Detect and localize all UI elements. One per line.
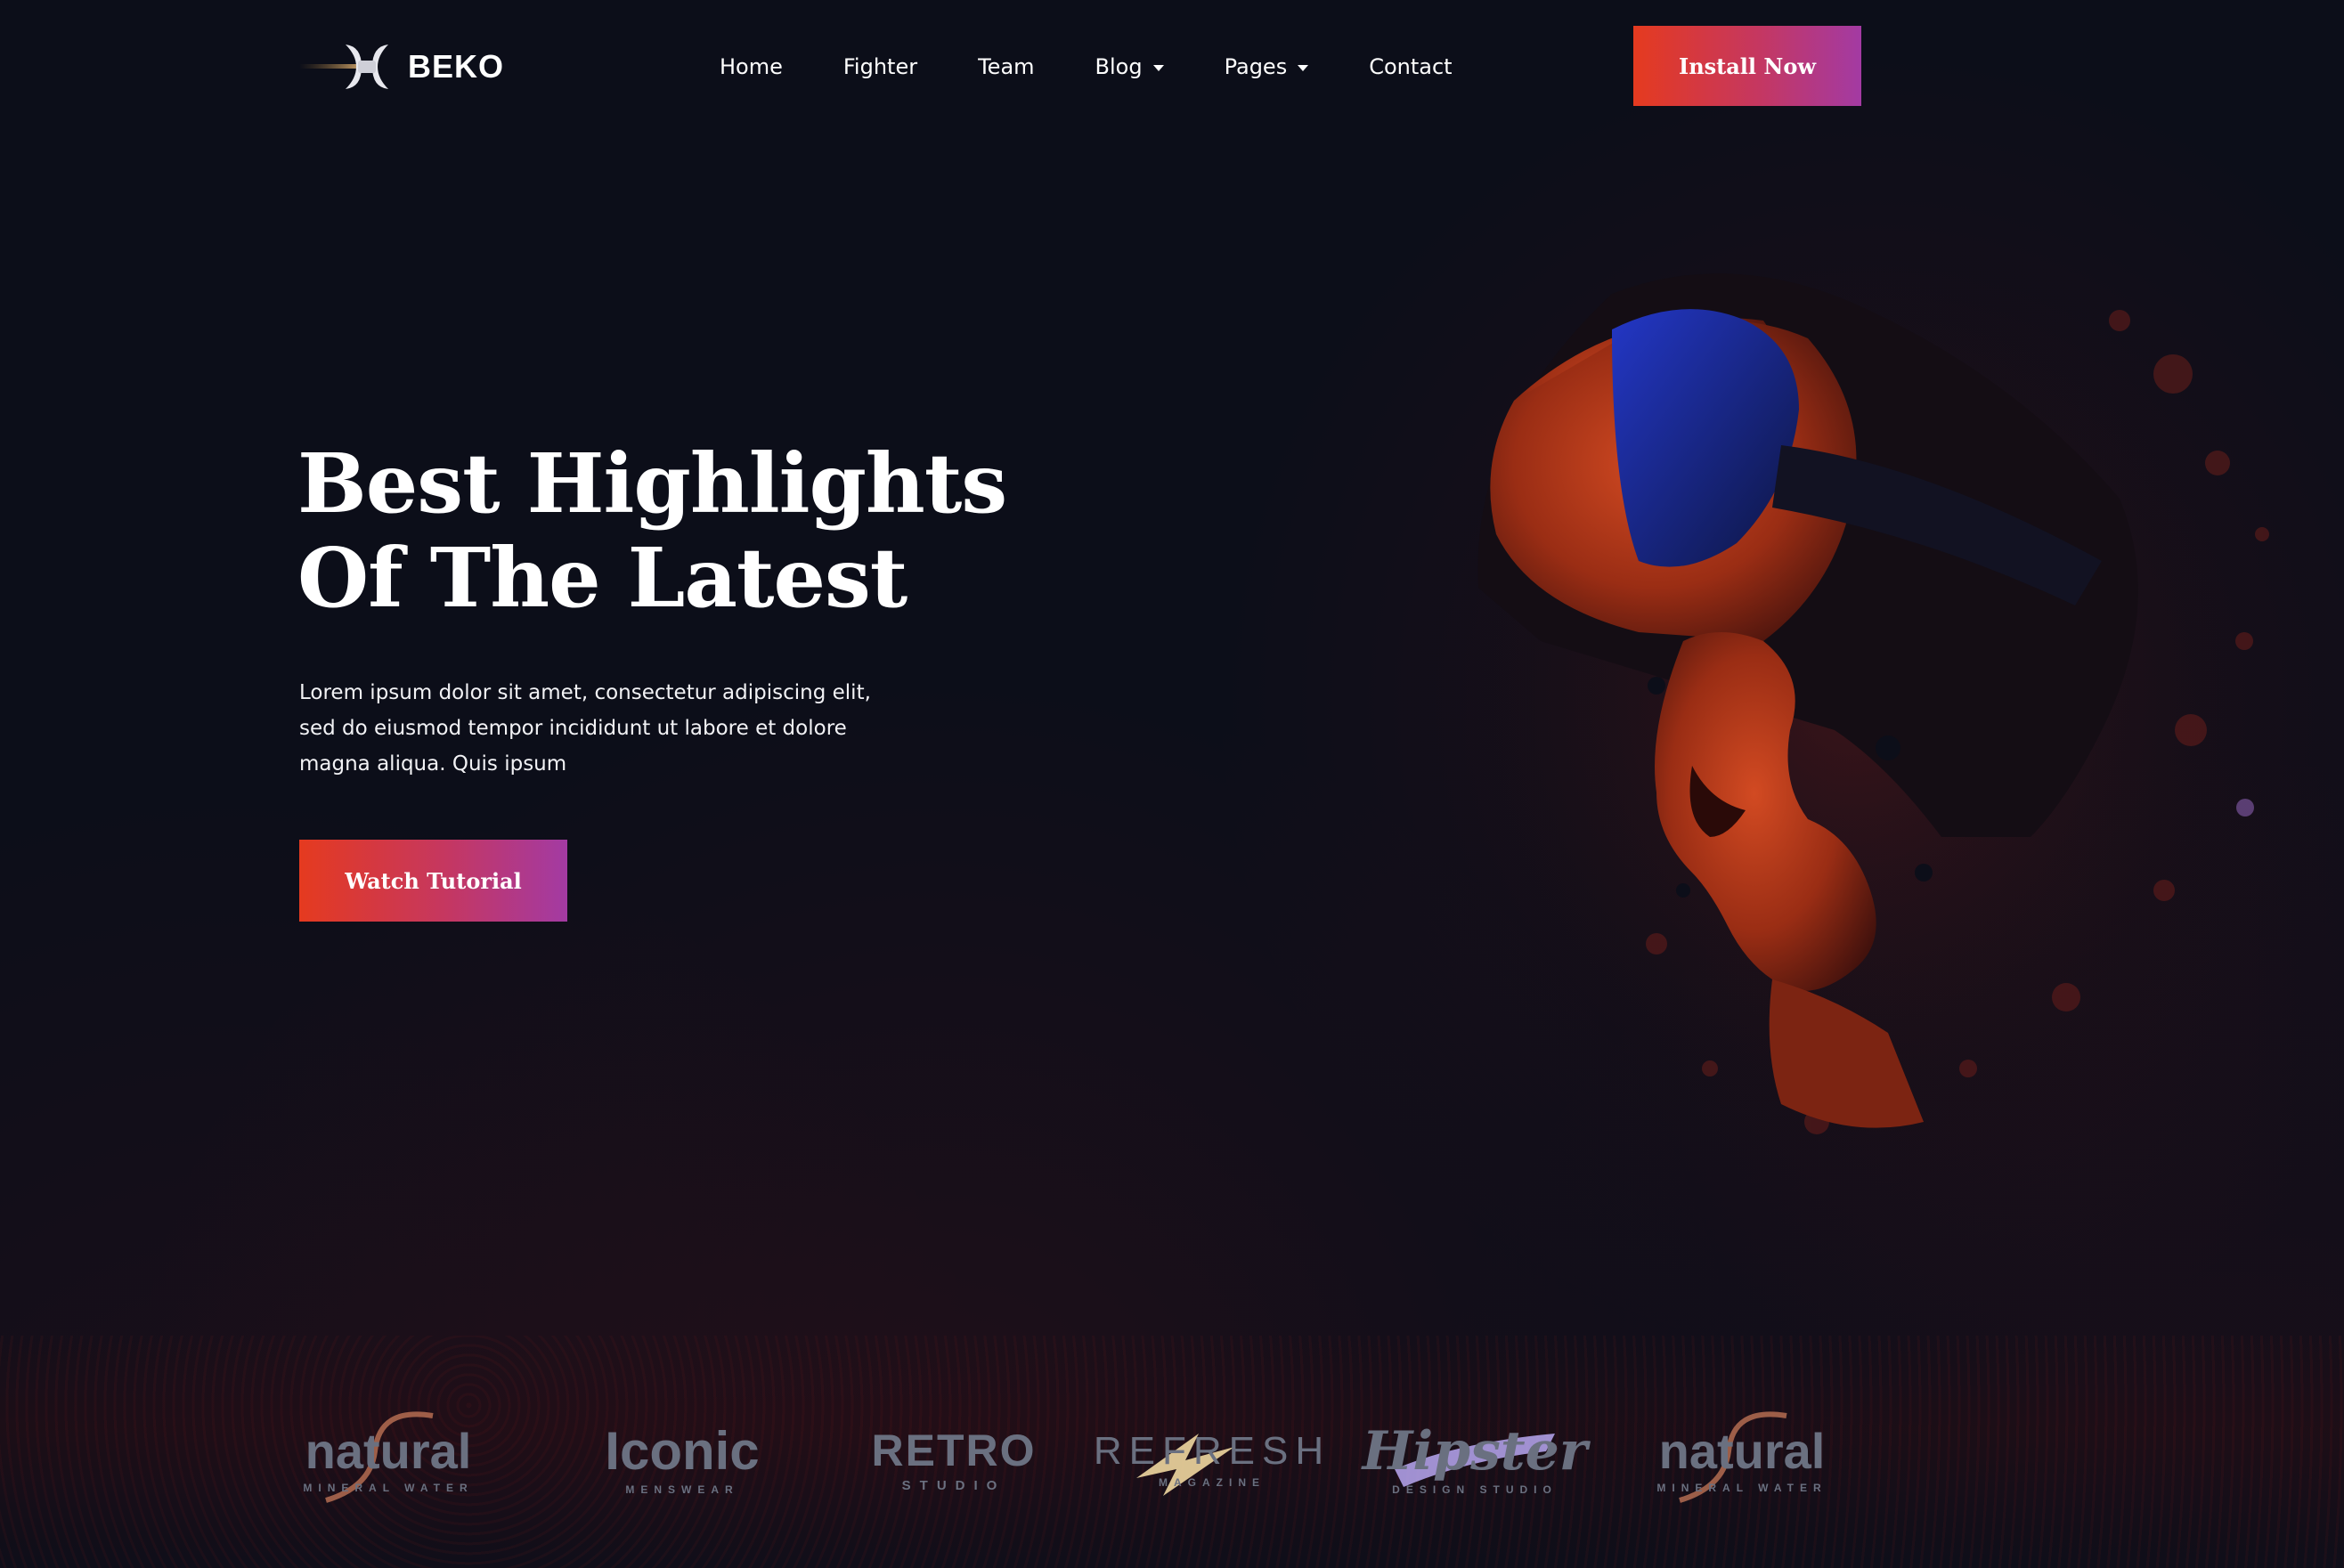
double-axe-icon (299, 45, 388, 89)
partner-tagline: STUDIO (901, 1477, 1006, 1493)
nav-label: Blog (1095, 54, 1143, 79)
brand-name: BEKO (408, 48, 505, 85)
partner-name: RETRO (871, 1425, 1037, 1475)
nav-item-team[interactable]: Team (978, 46, 1034, 87)
install-now-button[interactable]: Install Now (1633, 26, 1861, 106)
nav-label: Contact (1369, 54, 1453, 79)
hero-title: Best Highlights Of The Latest (297, 436, 1099, 625)
hero-description: Lorem ipsum dolor sit amet, consectetur … (299, 681, 871, 776)
landing-page: BEKO Home Fighter Team Blog Pages Contac… (0, 0, 2344, 1568)
partner-tagline: MINERAL WATER (303, 1482, 474, 1494)
partner-logo-natural: natural MINERAL WATER (299, 1398, 477, 1523)
site-header: BEKO Home Fighter Team Blog Pages Contac… (0, 0, 2344, 134)
hero-title-line-2: Of The Latest (297, 530, 907, 626)
partner-logo-hipster: Hipster DESIGN STUDIO (1363, 1398, 1588, 1523)
nav-label: Fighter (842, 54, 918, 79)
partner-name: Iconic (605, 1421, 760, 1481)
partner-name: natural (305, 1423, 472, 1479)
partner-logo-iconic: Iconic MENSWEAR (593, 1398, 771, 1523)
caret-down-icon (1298, 64, 1309, 71)
nav-item-contact[interactable]: Contact (1369, 46, 1452, 87)
partner-name: natural (1658, 1423, 1826, 1479)
partner-tagline: DESIGN STUDIO (1392, 1483, 1558, 1496)
partner-tagline: MENSWEAR (625, 1483, 739, 1496)
partner-logo-retro: RETRO STUDIO (869, 1398, 1038, 1523)
nav-label: Home (720, 54, 783, 79)
nav-item-fighter[interactable]: Fighter (843, 46, 917, 87)
nav-label: Team (978, 54, 1035, 79)
nav-item-home[interactable]: Home (720, 46, 783, 87)
hero-title-line-1: Best Highlights (297, 435, 1007, 532)
partner-tagline: MAGAZINE (1159, 1476, 1266, 1489)
partner-name: Hipster (1362, 1420, 1588, 1483)
caret-down-icon (1152, 64, 1164, 71)
partner-logos: natural MINERAL WATER Iconic MENSWEAR RE… (299, 1398, 1884, 1523)
vr-person-illustration (1425, 267, 2280, 1158)
nav-label: Pages (1224, 54, 1288, 79)
partner-logo-natural-2: natural MINERAL WATER (1653, 1398, 1831, 1523)
watch-tutorial-button[interactable]: Watch Tutorial (299, 840, 567, 922)
nav-item-pages[interactable]: Pages (1225, 46, 1309, 87)
site-logo[interactable]: BEKO (299, 36, 504, 98)
nav-item-blog[interactable]: Blog (1095, 46, 1164, 87)
partner-logo-refresh: REFRESH MAGAZINE (1094, 1398, 1323, 1523)
partner-name: REFRESH (1093, 1429, 1331, 1473)
main-nav: Home Fighter Team Blog Pages Contact (720, 46, 1513, 87)
partner-tagline: MINERAL WATER (1656, 1482, 1827, 1494)
